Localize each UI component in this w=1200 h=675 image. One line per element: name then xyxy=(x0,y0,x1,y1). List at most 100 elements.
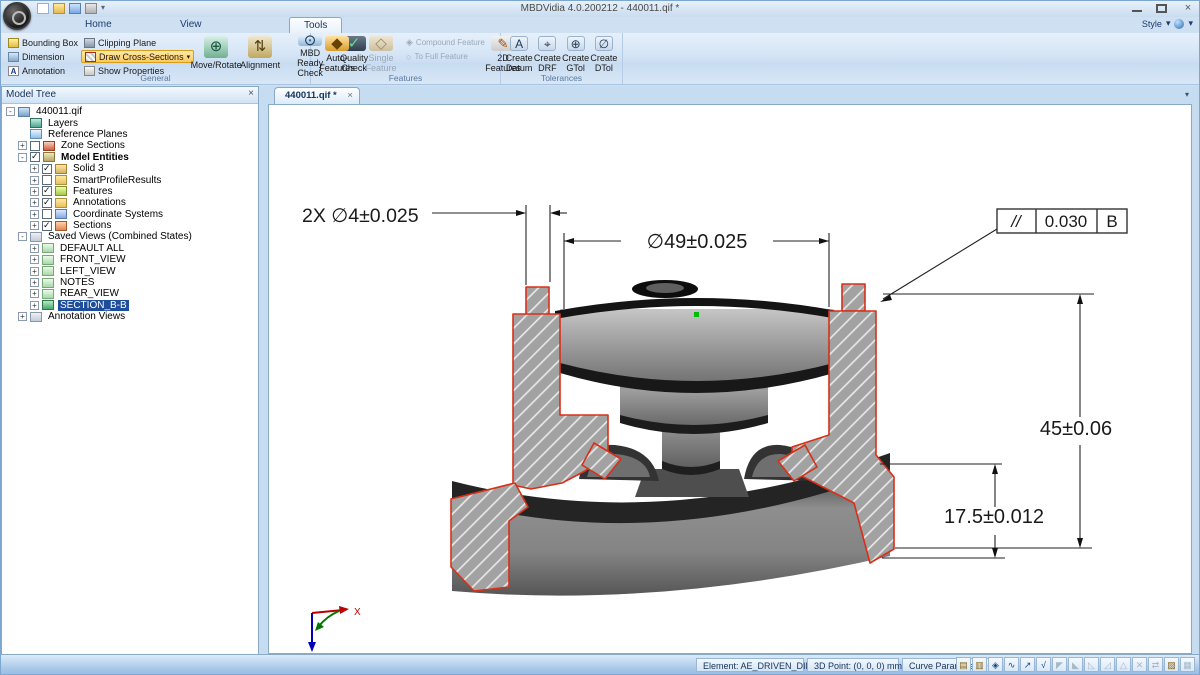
tree-item[interactable]: + REAR_VIEW xyxy=(2,288,258,299)
new-file-icon[interactable] xyxy=(37,3,49,14)
tree-expander-icon[interactable]: - xyxy=(18,153,27,162)
status-tool-icon[interactable]: ▤ xyxy=(956,657,971,672)
help-icon[interactable] xyxy=(1174,19,1184,29)
compound-feature-button[interactable]: ◈Compound Feature xyxy=(403,36,481,49)
tree-item[interactable]: + Annotations xyxy=(2,197,258,208)
document-tab[interactable]: 440011.qif * × xyxy=(274,87,360,104)
tree-expander-icon[interactable]: + xyxy=(30,221,39,230)
tree-checkbox[interactable] xyxy=(42,221,52,231)
sectioned-part[interactable] xyxy=(451,280,894,596)
tree-checkbox[interactable] xyxy=(30,152,40,162)
status-tool-icon[interactable]: ▨ xyxy=(1164,657,1179,672)
tree-item[interactable]: + NOTES xyxy=(2,277,258,288)
clipping-plane-button[interactable]: Clipping Plane xyxy=(81,36,194,49)
single-feature-button[interactable]: ◇ SingleFeature xyxy=(359,35,403,73)
style-menu[interactable]: Style ▾ ▾ xyxy=(1142,18,1193,29)
tree-item[interactable]: + SECTION_B-B xyxy=(2,300,258,311)
tree-expander-icon[interactable]: - xyxy=(6,107,15,116)
dim-height-text[interactable]: 45±0.06 xyxy=(1040,418,1112,440)
bounding-box-button[interactable]: Bounding Box xyxy=(5,36,81,49)
status-tool-icon[interactable]: ▦ xyxy=(1180,657,1195,672)
tree-item[interactable]: + LEFT_VIEW xyxy=(2,265,258,276)
status-tool-icon[interactable]: ↗ xyxy=(1020,657,1035,672)
create-drf-button[interactable]: ⌖ CreateDRF xyxy=(533,35,561,73)
tab-home[interactable]: Home xyxy=(71,17,126,33)
tree-expander-icon[interactable]: + xyxy=(30,210,39,219)
application-menu-button[interactable] xyxy=(3,2,31,30)
help-dropdown-icon[interactable]: ▾ xyxy=(1188,18,1193,29)
feature-control-frame[interactable]: // 0.030 B xyxy=(997,209,1127,233)
tools-icon[interactable] xyxy=(85,3,97,14)
dim-diameter-text[interactable]: ∅49±0.025 xyxy=(647,231,748,253)
tree-item[interactable]: - 440011.qif xyxy=(2,106,258,117)
tree-expander-icon[interactable]: + xyxy=(30,289,39,298)
tree-expander-icon[interactable]: + xyxy=(30,278,39,287)
tree-item[interactable]: + Coordinate Systems xyxy=(2,209,258,220)
create-gtol-button[interactable]: ⊕ CreateGTol xyxy=(562,35,590,73)
auto-features-button[interactable]: ◆ Auto-Features xyxy=(315,35,359,73)
save-file-icon[interactable] xyxy=(69,3,81,14)
3d-viewport[interactable]: 2X ∅4±0.025 ∅49±0.025 45±0.06 17.5±0.012… xyxy=(268,104,1192,654)
tree-expander-icon[interactable]: + xyxy=(30,164,39,173)
status-tool-icon[interactable]: ∿ xyxy=(1004,657,1019,672)
draw-cross-sections-button[interactable]: Draw Cross-Sections▾ xyxy=(81,50,194,63)
tree-item[interactable]: + DEFAULT ALL xyxy=(2,243,258,254)
tree-expander-icon[interactable]: + xyxy=(18,141,27,150)
status-tool-icon[interactable]: △ xyxy=(1116,657,1131,672)
status-tool-icon[interactable]: ▥ xyxy=(972,657,987,672)
create-dtol-button[interactable]: ∅ CreateDTol xyxy=(590,35,618,73)
tree-expander-icon[interactable]: - xyxy=(18,232,27,241)
style-label[interactable]: Style xyxy=(1142,19,1162,29)
tree-expander-icon[interactable]: + xyxy=(18,312,27,321)
tree-item[interactable]: + SmartProfileResults xyxy=(2,174,258,185)
qat-dropdown-icon[interactable]: ▾ xyxy=(101,3,105,15)
move-rotate-button[interactable]: ⊕ Move/Rotate xyxy=(194,35,238,73)
maximize-button[interactable] xyxy=(1156,4,1167,13)
tree-checkbox[interactable] xyxy=(42,209,52,219)
status-tool-icon[interactable]: ◈ xyxy=(988,657,1003,672)
style-dropdown-icon[interactable]: ▾ xyxy=(1166,18,1171,29)
status-tool-icon[interactable]: ⇄ xyxy=(1148,657,1163,672)
tree-expander-icon[interactable]: + xyxy=(30,244,39,253)
close-button[interactable]: × xyxy=(1181,2,1195,14)
dcs-dropdown-icon[interactable]: ▾ xyxy=(187,53,191,61)
tree-expander-icon[interactable]: + xyxy=(30,198,39,207)
tree-item[interactable]: + Annotation Views xyxy=(2,311,258,322)
tree-item[interactable]: + Zone Sections xyxy=(2,140,258,151)
status-tool-icon[interactable]: ◤ xyxy=(1052,657,1067,672)
tree-item[interactable]: + Solid 3 xyxy=(2,163,258,174)
tree-item[interactable]: + Features xyxy=(2,186,258,197)
tree-item[interactable]: + Sections xyxy=(2,220,258,231)
tree-expander-icon[interactable]: + xyxy=(30,187,39,196)
dim-step-text[interactable]: 17.5±0.012 xyxy=(944,506,1044,528)
tree-item[interactable]: Reference Planes xyxy=(2,129,258,140)
status-tool-icon[interactable]: √ xyxy=(1036,657,1051,672)
status-tool-icon[interactable]: ◺ xyxy=(1084,657,1099,672)
status-tool-icon[interactable]: ✕ xyxy=(1132,657,1147,672)
dim-holes-text[interactable]: 2X ∅4±0.025 xyxy=(302,205,419,227)
minimize-button[interactable] xyxy=(1132,2,1142,12)
tree-expander-icon[interactable]: + xyxy=(30,255,39,264)
tree-checkbox[interactable] xyxy=(42,198,52,208)
tab-close-icon[interactable]: × xyxy=(347,90,353,101)
status-tool-icon[interactable]: ◣ xyxy=(1068,657,1083,672)
tree-expander-icon[interactable]: + xyxy=(30,267,39,276)
tree-item[interactable]: - Saved Views (Combined States) xyxy=(2,231,258,242)
to-full-feature-button[interactable]: ○To Full Feature xyxy=(403,50,481,63)
panel-close-icon[interactable]: × xyxy=(248,88,254,99)
status-tool-icon[interactable]: ◿ xyxy=(1100,657,1115,672)
tab-view[interactable]: View xyxy=(166,17,216,33)
tree-expander-icon[interactable]: + xyxy=(30,176,39,185)
open-file-icon[interactable] xyxy=(53,3,65,14)
tree-checkbox[interactable] xyxy=(42,186,52,196)
tab-list-icon[interactable]: ▾ xyxy=(1185,90,1189,99)
tree-checkbox[interactable] xyxy=(30,141,40,151)
panel-splitter[interactable] xyxy=(259,86,268,656)
tree-item[interactable]: + FRONT_VIEW xyxy=(2,254,258,265)
tree-checkbox[interactable] xyxy=(42,175,52,185)
tree-item[interactable]: - Model Entities xyxy=(2,152,258,163)
tab-tools[interactable]: Tools xyxy=(289,17,342,33)
tree-expander-icon[interactable]: + xyxy=(30,301,39,310)
tree-item[interactable]: Layers xyxy=(2,117,258,128)
alignment-button[interactable]: ⇅ Alignment xyxy=(238,35,282,73)
